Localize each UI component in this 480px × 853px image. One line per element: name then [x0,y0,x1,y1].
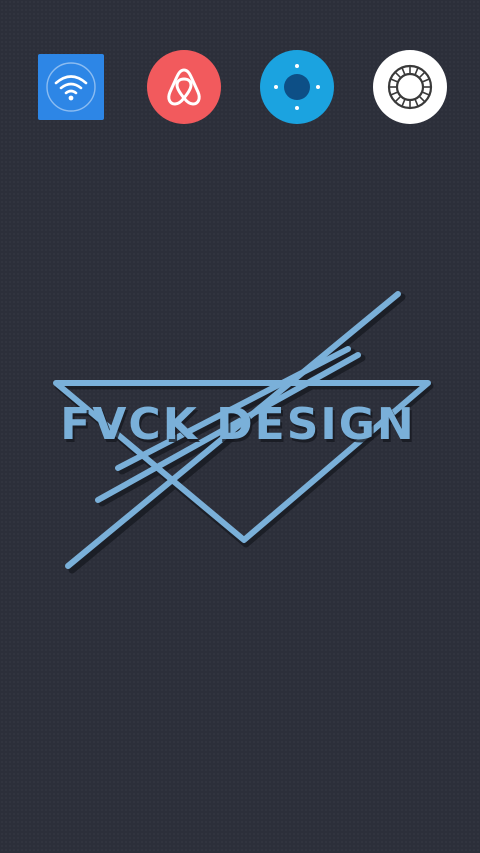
app-dock [0,50,480,124]
shutter-ring-icon [373,50,447,124]
logo-text: FVCK DESIGN [60,399,415,450]
airbnb-icon [147,50,221,124]
wifi-icon [38,54,104,120]
airbnb-app-icon[interactable] [147,50,221,124]
remote-control-icon [260,50,334,124]
wifi-app-icon[interactable] [34,52,108,122]
shutter-app-icon[interactable] [373,50,447,124]
remote-app-icon[interactable] [260,50,334,124]
wallpaper-logo: FVCK DESIGN FVCK DESIGN [0,280,480,580]
fvck-design-logo: FVCK DESIGN FVCK DESIGN [53,291,434,574]
